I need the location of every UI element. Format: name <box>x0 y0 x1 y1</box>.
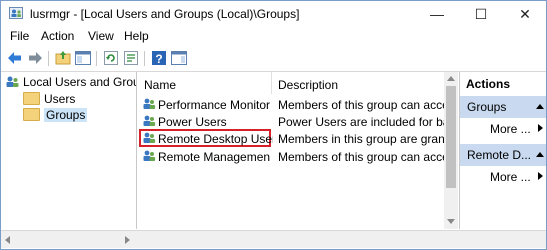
folder-icon <box>23 108 40 122</box>
minimize-icon: — <box>430 6 444 22</box>
row-name: Remote Desktop Users <box>158 132 273 146</box>
close-button[interactable]: ✕ <box>503 1 546 27</box>
tree-item-groups[interactable]: Groups <box>23 108 88 124</box>
actions-section-label: Remote D... <box>467 148 532 162</box>
collapse-icon[interactable] <box>536 152 544 157</box>
close-icon: ✕ <box>519 6 531 22</box>
column-divider[interactable] <box>271 72 272 94</box>
list-row[interactable]: Remote Management Users Members of this … <box>138 148 445 165</box>
submenu-arrow-icon <box>538 172 543 180</box>
title-bar: lusrmgr - [Local Users and Groups (Local… <box>1 1 546 27</box>
actions-section-groups[interactable]: Groups <box>460 96 546 118</box>
svg-text:?: ? <box>155 52 162 66</box>
row-name: Performance Monitor Users <box>158 98 270 112</box>
actions-more-remote-desktop[interactable]: More ... <box>490 170 531 184</box>
actions-section-remote-desktop[interactable]: Remote D... <box>460 144 546 166</box>
actions-section-label: Groups <box>467 100 507 114</box>
menu-bar: File Action View Help <box>1 27 546 47</box>
toolbar-separator <box>48 51 49 66</box>
horizontal-scrollbar[interactable] <box>1 230 546 248</box>
actions-more-groups[interactable]: More ... <box>490 122 531 136</box>
scroll-thumb[interactable] <box>446 86 456 188</box>
folder-icon <box>23 92 40 106</box>
groups-list: Name Description Performance Monitor Use… <box>138 72 445 229</box>
export-list-icon[interactable] <box>122 49 140 67</box>
group-icon <box>143 115 156 126</box>
row-description: Members of this group can access perform… <box>278 98 445 112</box>
column-header-name[interactable]: Name <box>144 78 176 92</box>
minimize-button[interactable]: — <box>415 1 459 27</box>
list-row[interactable]: Performance Monitor Users Members of thi… <box>138 96 445 113</box>
row-description: Members of this group can access WMI res… <box>278 150 445 164</box>
column-header-description[interactable]: Description <box>278 78 338 92</box>
toolbar-separator <box>144 51 145 66</box>
maximize-button[interactable]: ☐ <box>459 1 503 27</box>
menu-help[interactable]: Help <box>124 29 149 43</box>
tree-item-groups-label: Groups <box>44 108 88 122</box>
forward-arrow-icon[interactable] <box>26 49 44 67</box>
row-name: Power Users <box>158 115 227 129</box>
help-icon[interactable]: ? <box>150 49 168 67</box>
menu-action[interactable]: Action <box>41 29 74 43</box>
group-icon <box>143 132 156 143</box>
scroll-down-icon[interactable] <box>447 219 455 224</box>
console-tree: Local Users and Groups (Local) Users Gro… <box>1 72 137 229</box>
row-name: Remote Management Users <box>158 150 270 164</box>
maximize-icon: ☐ <box>474 6 488 22</box>
tree-root-label: Local Users and Groups (Local) <box>23 75 136 89</box>
window-title: lusrmgr - [Local Users and Groups (Local… <box>30 7 300 21</box>
list-row-selected[interactable]: Remote Desktop Users Members in this gro… <box>138 129 445 147</box>
mmc-window: lusrmgr - [Local Users and Groups (Local… <box>0 0 547 250</box>
menu-view[interactable]: View <box>88 29 114 43</box>
tree-item-users-label: Users <box>44 92 76 106</box>
tree-root[interactable]: Local Users and Groups (Local) <box>5 75 136 91</box>
scroll-up-icon[interactable] <box>447 76 455 81</box>
back-arrow-icon[interactable] <box>6 49 24 67</box>
scroll-left-icon[interactable] <box>5 236 10 244</box>
scroll-right-icon[interactable] <box>125 236 130 244</box>
row-description: Power Users are included for backwards c… <box>278 115 445 129</box>
tree-item-users[interactable]: Users <box>23 92 75 108</box>
collapse-icon[interactable] <box>536 104 544 109</box>
actions-pane: Actions Groups More ... Remote D... More… <box>459 72 546 229</box>
refresh-icon[interactable] <box>102 49 120 67</box>
group-icon <box>143 98 156 109</box>
show-hide-tree-icon[interactable] <box>74 49 92 67</box>
list-vertical-scrollbar[interactable] <box>444 72 458 229</box>
actions-header: Actions <box>460 72 546 92</box>
up-folder-icon[interactable] <box>54 49 72 67</box>
toolbar: ? <box>1 47 546 72</box>
submenu-arrow-icon <box>538 124 543 132</box>
users-groups-icon <box>6 76 19 87</box>
list-row[interactable]: Power Users Power Users are included for… <box>138 113 445 130</box>
actions-header-label: Actions <box>466 77 511 91</box>
action-pane-icon[interactable] <box>170 49 188 67</box>
toolbar-separator <box>96 51 97 66</box>
menu-file[interactable]: File <box>10 29 29 43</box>
row-description: Members in this group are granted the ri… <box>278 132 445 146</box>
lusrmgr-app-icon <box>9 7 23 19</box>
group-icon <box>143 150 156 161</box>
